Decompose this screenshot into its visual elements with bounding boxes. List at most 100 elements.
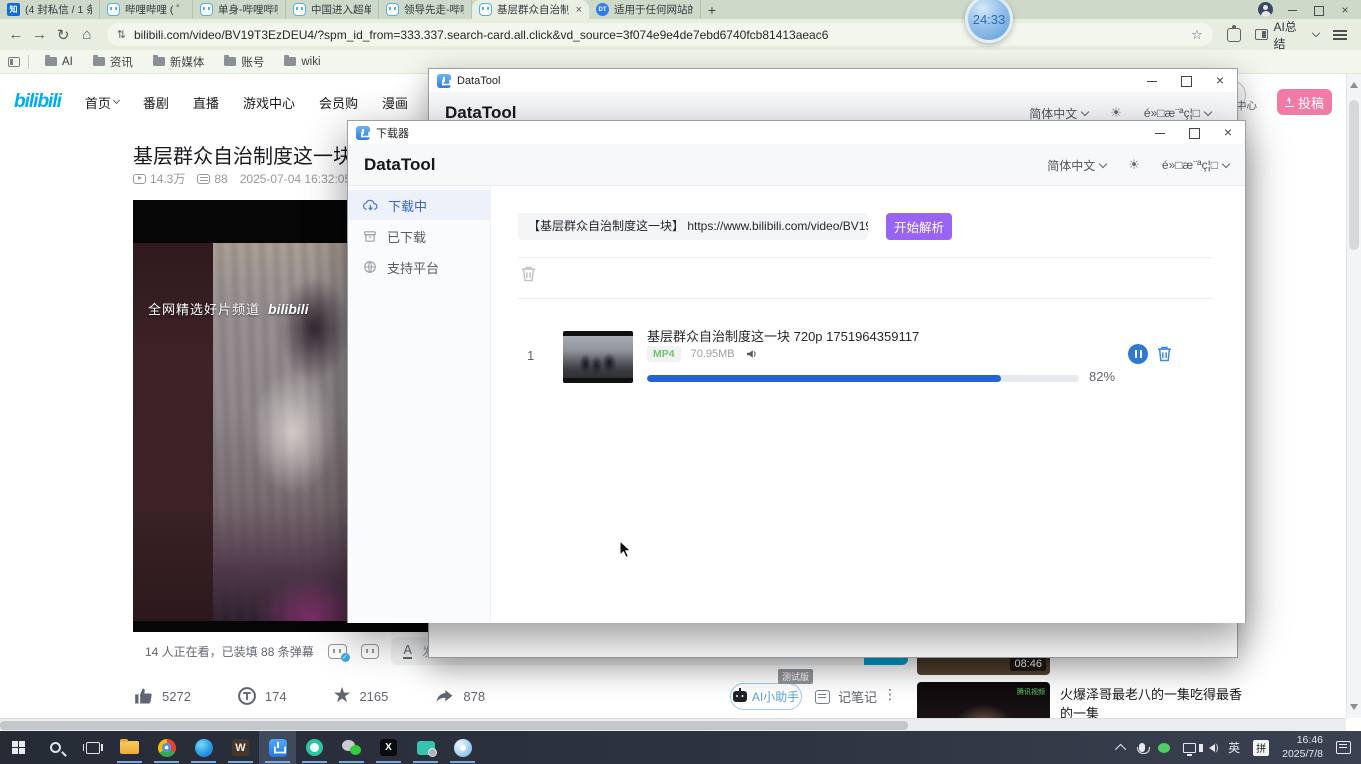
ime-pinyin-icon[interactable]: 拼 xyxy=(1253,740,1269,756)
tab-zhihu[interactable]: 知 (4 封私信 / 1 条消息) xyxy=(0,0,100,19)
taskbar-wechat[interactable] xyxy=(333,731,370,764)
scroll-down-arrow[interactable] xyxy=(1350,704,1358,710)
theme-toggle-icon[interactable]: ☀ xyxy=(1110,105,1122,121)
note-button[interactable]: 记笔记 xyxy=(815,687,877,706)
task-view-button[interactable] xyxy=(74,731,111,764)
favorite-button[interactable]: ★ 2165 xyxy=(333,686,389,706)
taskbar-recorder[interactable] xyxy=(407,731,444,764)
tray-expand-icon[interactable] xyxy=(1115,743,1126,754)
browser-maximize-button[interactable] xyxy=(1313,4,1325,16)
minimize-button[interactable] xyxy=(1143,121,1177,144)
maximize-button[interactable] xyxy=(1169,69,1203,92)
tab-danshen[interactable]: 单身-哔哩哔哩_bilibili xyxy=(193,0,286,19)
taskbar-explorer[interactable] xyxy=(111,731,148,764)
taskbar-search[interactable] xyxy=(37,731,74,764)
taskbar-capcut[interactable]: X xyxy=(370,731,407,764)
taskbar-netdisk[interactable] xyxy=(444,731,481,764)
site-info-icon[interactable]: ⇅ xyxy=(117,28,126,41)
nav-vip-shop[interactable]: 会员购 xyxy=(319,93,358,112)
tab-active-video[interactable]: 基层群众自治制度 × xyxy=(472,0,589,19)
bookmark-folder-media[interactable]: 新媒体 xyxy=(145,54,213,70)
horizontal-scrollbar[interactable] xyxy=(0,718,1346,731)
danmaku-setting-icon[interactable]: ✓ xyxy=(328,644,347,659)
datatool-titlebar[interactable]: DataTool × xyxy=(429,69,1237,92)
extensions-icon[interactable] xyxy=(1227,28,1241,42)
upload-button[interactable]: 投稿 xyxy=(1277,89,1332,115)
sidebar-item-downloading[interactable]: 下载中 xyxy=(348,190,490,220)
back-icon[interactable]: ← xyxy=(4,26,28,43)
ime-language[interactable]: 英 xyxy=(1228,739,1240,756)
nav-bangumi[interactable]: 番剧 xyxy=(143,93,169,112)
address-bar[interactable]: ⇅ bilibili.com/video/BV19T3EzDEU4/?spm_i… xyxy=(107,23,1213,46)
start-button[interactable] xyxy=(0,731,37,764)
microphone-icon[interactable] xyxy=(1139,743,1145,752)
forward-icon[interactable]: → xyxy=(28,26,52,43)
language-select[interactable]: 简体中文 xyxy=(1047,157,1106,174)
refresh-icon[interactable]: ↻ xyxy=(51,26,75,44)
language-select[interactable]: 简体中文 xyxy=(1029,105,1088,122)
downloader-window[interactable]: 下载器 × DataTool 简体中文 ☀ é»□æ¨ªç¦□ 下载中 xyxy=(347,120,1246,623)
taskbar-teal-app[interactable] xyxy=(296,731,333,764)
ai-summary-button[interactable]: AI总结 xyxy=(1255,18,1320,52)
share-button[interactable]: 878 xyxy=(434,687,485,706)
close-button[interactable]: × xyxy=(1211,121,1245,144)
maximize-button[interactable] xyxy=(1177,121,1211,144)
bookmark-folder-news[interactable]: 资讯 xyxy=(85,54,141,70)
taskbar-browser[interactable] xyxy=(185,731,222,764)
trash-all-icon[interactable] xyxy=(520,265,537,283)
like-button[interactable]: 5272 xyxy=(133,686,191,706)
tab-bilibili-home[interactable]: 哔哩哔哩 ( ゜- ゜)つロ xyxy=(100,0,193,19)
center-label[interactable]: 中心 xyxy=(1236,98,1257,113)
delete-item-icon[interactable] xyxy=(1156,345,1173,363)
font-style-icon[interactable]: A xyxy=(403,643,412,659)
coin-button[interactable]: 174 xyxy=(237,686,287,706)
nav-game-center[interactable]: 游戏中心 xyxy=(243,93,295,112)
vertical-scrollbar[interactable] xyxy=(1346,74,1361,718)
minimize-button[interactable] xyxy=(1135,69,1169,92)
clock[interactable]: 16:46 2025/7/8 xyxy=(1282,734,1323,760)
notification-center-icon[interactable] xyxy=(1336,741,1351,754)
theme-toggle-icon[interactable]: ☀ xyxy=(1128,157,1140,173)
parse-url-input[interactable]: 【基层群众自治制度这一块】 https://www.bilibili.com/v… xyxy=(518,213,868,240)
downloader-titlebar[interactable]: 下载器 × xyxy=(348,121,1245,144)
bilibili-logo[interactable]: bilibili xyxy=(14,91,61,113)
bookmark-folder-wiki[interactable]: wiki xyxy=(276,56,328,68)
display-icon[interactable] xyxy=(1183,743,1196,753)
browser-profile-avatar[interactable] xyxy=(1258,2,1273,17)
nav-home[interactable]: 首页 xyxy=(85,93,119,112)
wechat-tray-icon[interactable] xyxy=(1158,743,1170,753)
sidebar-item-downloaded[interactable]: 已下载 xyxy=(348,221,490,251)
start-parse-button[interactable]: 开始解析 xyxy=(886,213,952,240)
vertical-scroll-thumb[interactable] xyxy=(1349,100,1359,250)
bookmark-folder-ai[interactable]: AI xyxy=(37,56,81,68)
danmaku-style-icon[interactable] xyxy=(361,644,380,659)
taskbar-wps[interactable]: W xyxy=(222,731,259,764)
scroll-up-arrow[interactable] xyxy=(1350,82,1358,88)
volume-icon[interactable] xyxy=(1209,744,1215,752)
browser-menu-icon[interactable] xyxy=(1333,30,1347,40)
browser-close-button[interactable]: × xyxy=(1339,4,1351,16)
taskbar-chrome[interactable] xyxy=(148,731,185,764)
account-menu[interactable]: é»□æ¨ªç¦□ xyxy=(1162,158,1229,172)
reading-list-icon[interactable] xyxy=(8,57,20,67)
ai-assistant-button[interactable]: AI小助手 xyxy=(730,683,802,710)
bookmark-star-icon[interactable]: ☆ xyxy=(1191,27,1203,43)
sidebar-item-platforms[interactable]: 支持平台 xyxy=(348,252,490,282)
taskbar-datatool[interactable] xyxy=(259,731,296,764)
new-tab-button[interactable]: + xyxy=(701,0,723,19)
more-options-icon[interactable]: ⋮ xyxy=(883,691,897,697)
screen-recorder-icon xyxy=(417,741,435,755)
tab-extension[interactable]: DT 适用于任何网站的快速 xyxy=(589,0,701,19)
bookmark-folder-account[interactable]: 账号 xyxy=(216,54,272,70)
nav-manga[interactable]: 漫画 xyxy=(382,93,408,112)
account-menu[interactable]: é»□æ¨ªç¦□ xyxy=(1144,106,1211,120)
browser-minimize-button[interactable] xyxy=(1287,4,1299,16)
tab-lingdao[interactable]: 领导先走-哔哩哔哩_b xyxy=(379,0,472,19)
home-icon[interactable]: ⌂ xyxy=(75,26,99,43)
tab-close-icon[interactable]: × xyxy=(576,4,582,16)
horizontal-scroll-thumb[interactable] xyxy=(0,721,908,730)
pause-button[interactable] xyxy=(1128,344,1148,364)
close-button[interactable]: × xyxy=(1203,69,1237,92)
nav-live[interactable]: 直播 xyxy=(193,93,219,112)
tab-china-single[interactable]: 中国进入超单身时代_ xyxy=(286,0,379,19)
